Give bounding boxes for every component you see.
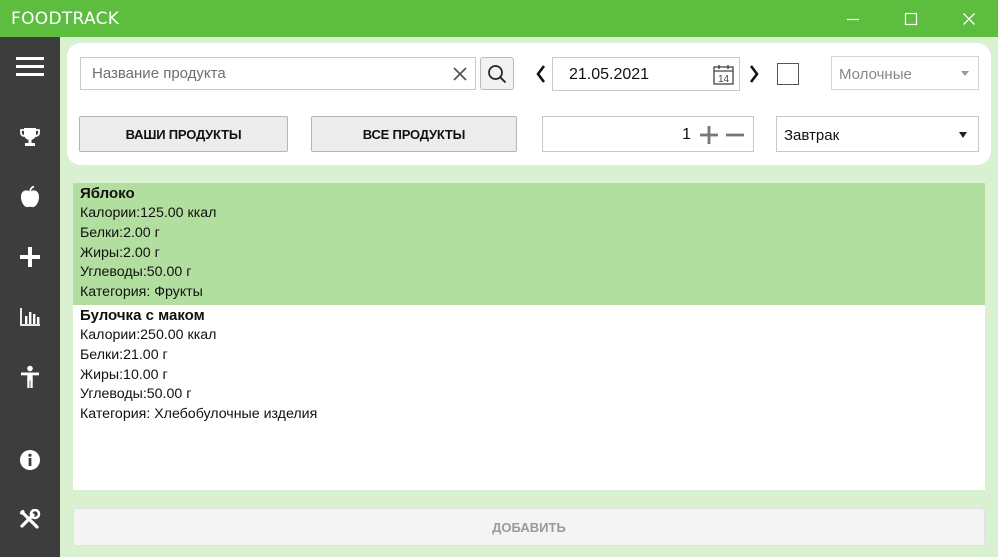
sidebar-item-add[interactable] bbox=[0, 232, 60, 282]
quantity-value: 1 bbox=[682, 126, 691, 143]
title-bar: FOODTRACK bbox=[0, 0, 998, 37]
minimize-icon bbox=[847, 18, 859, 20]
maximize-icon bbox=[904, 12, 918, 25]
plus-icon bbox=[20, 247, 40, 267]
chevron-down-icon bbox=[959, 132, 967, 138]
main-content: 21.05.2021 14 Молочные ВАШИ ПРОДУКТЫ ВСЕ… bbox=[60, 37, 998, 557]
info-icon bbox=[20, 450, 40, 470]
product-category: Категория: Хлебобулочные изделия bbox=[80, 406, 318, 423]
sidebar bbox=[0, 37, 60, 557]
close-button[interactable] bbox=[947, 0, 991, 37]
your-products-button[interactable]: ВАШИ ПРОДУКТЫ bbox=[79, 116, 288, 152]
sidebar-menu-button[interactable] bbox=[0, 41, 60, 91]
minimize-button[interactable] bbox=[831, 0, 875, 37]
add-button[interactable]: ДОБАВИТЬ bbox=[73, 508, 985, 546]
increment-icon[interactable] bbox=[699, 125, 719, 145]
apple-icon bbox=[21, 185, 39, 208]
search-button[interactable] bbox=[480, 57, 514, 90]
quantity-stepper[interactable]: 1 bbox=[542, 116, 754, 152]
decrement-icon[interactable] bbox=[725, 125, 745, 145]
product-calories: Калории:250.00 ккал bbox=[80, 326, 217, 343]
search-icon bbox=[488, 64, 507, 83]
product-name: Яблоко bbox=[80, 185, 135, 202]
trophy-icon bbox=[20, 128, 40, 146]
product-name: Булочка с маком bbox=[80, 306, 205, 324]
product-fat: Жиры:2.00 г bbox=[80, 244, 160, 261]
search-input[interactable] bbox=[81, 58, 441, 89]
menu-icon bbox=[16, 57, 44, 76]
sidebar-item-products[interactable] bbox=[0, 172, 60, 222]
list-item[interactable]: Булочка с маком Калории:250.00 ккал Белк… bbox=[73, 305, 985, 427]
category-selected-value: Молочные bbox=[839, 66, 912, 83]
next-date-icon[interactable] bbox=[747, 63, 761, 85]
calendar-icon[interactable]: 14 bbox=[713, 64, 734, 85]
list-item[interactable]: Яблоко Калории:125.00 ккал Белки:2.00 г … bbox=[73, 183, 985, 305]
chevron-down-icon bbox=[961, 71, 969, 76]
sidebar-item-statistics[interactable] bbox=[0, 292, 60, 342]
person-icon bbox=[21, 365, 39, 388]
product-fat: Жиры:10.00 г bbox=[80, 366, 168, 383]
tools-icon bbox=[19, 509, 41, 529]
date-picker[interactable]: 21.05.2021 14 bbox=[552, 57, 740, 91]
sidebar-item-info[interactable] bbox=[0, 435, 60, 485]
meal-selected-value: Завтрак bbox=[784, 127, 840, 144]
previous-date-icon[interactable] bbox=[534, 63, 548, 85]
close-icon bbox=[963, 12, 975, 25]
all-products-button[interactable]: ВСЕ ПРОДУКТЫ bbox=[311, 116, 517, 152]
sidebar-item-settings[interactable] bbox=[0, 495, 60, 545]
search-field bbox=[80, 57, 476, 90]
category-select[interactable]: Молочные bbox=[831, 56, 979, 90]
sidebar-item-profile[interactable] bbox=[0, 352, 60, 402]
filter-checkbox[interactable] bbox=[777, 63, 799, 85]
bar-chart-icon bbox=[20, 308, 40, 326]
product-list[interactable]: Яблоко Калории:125.00 ккал Белки:2.00 г … bbox=[73, 183, 985, 490]
product-carbs: Углеводы:50.00 г bbox=[80, 386, 192, 403]
product-calories: Калории:125.00 ккал bbox=[80, 205, 217, 221]
product-protein: Белки:2.00 г bbox=[80, 224, 160, 241]
meal-select[interactable]: Завтрак bbox=[776, 116, 979, 152]
product-carbs: Углеводы:50.00 г bbox=[80, 264, 192, 281]
controls-panel: 21.05.2021 14 Молочные ВАШИ ПРОДУКТЫ ВСЕ… bbox=[67, 43, 991, 165]
date-value: 21.05.2021 bbox=[569, 66, 650, 83]
clear-search-icon[interactable] bbox=[451, 65, 469, 83]
app-title: FOODTRACK bbox=[11, 9, 120, 29]
sidebar-item-achievements[interactable] bbox=[0, 112, 60, 162]
product-protein: Белки:21.00 г bbox=[80, 346, 168, 363]
product-category: Категория: Фрукты bbox=[80, 284, 203, 301]
calendar-day-label: 14 bbox=[718, 74, 730, 85]
maximize-button[interactable] bbox=[889, 0, 933, 37]
